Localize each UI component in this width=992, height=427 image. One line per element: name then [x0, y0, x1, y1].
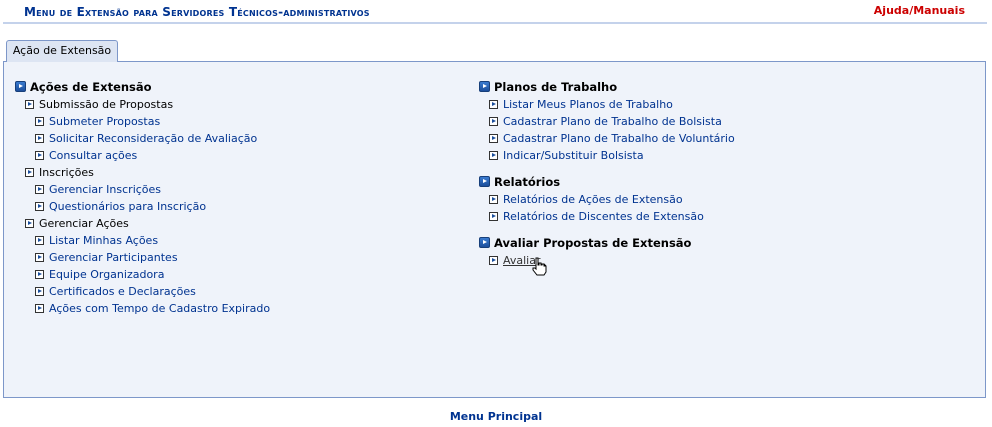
arrow-bullet-icon — [25, 168, 34, 177]
section-arrow-icon — [479, 237, 490, 248]
menu-link[interactable]: Questionários para Inscrição — [49, 200, 206, 213]
menu-link[interactable]: Listar Meus Planos de Trabalho — [503, 98, 673, 111]
arrow-bullet-icon — [489, 117, 498, 126]
menu-item-gerenciar-inscricoes[interactable]: Gerenciar Inscrições — [35, 181, 270, 198]
menu-item-certificados-declaracoes[interactable]: Certificados e Declarações — [35, 283, 270, 300]
menu-item-cadastrar-plano-voluntario[interactable]: Cadastrar Plano de Trabalho de Voluntári… — [489, 130, 735, 147]
tab-acao-de-extensao[interactable]: Ação de Extensão — [6, 40, 118, 62]
menu-item-cadastrar-plano-bolsista[interactable]: Cadastrar Plano de Trabalho de Bolsista — [489, 113, 735, 130]
arrow-bullet-icon — [35, 185, 44, 194]
menu-item-consultar-acoes[interactable]: Consultar ações — [35, 147, 270, 164]
menu-item-listar-minhas-acoes[interactable]: Listar Minhas Ações — [35, 232, 270, 249]
menu-item-relatorios-acoes[interactable]: Relatórios de Ações de Extensão — [489, 191, 735, 208]
menu-link[interactable]: Indicar/Substituir Bolsista — [503, 149, 644, 162]
menu-link[interactable]: Cadastrar Plano de Trabalho de Voluntári… — [503, 132, 735, 145]
menu-item-relatorios-discentes[interactable]: Relatórios de Discentes de Extensão — [489, 208, 735, 225]
menu-link[interactable]: Relatórios de Discentes de Extensão — [503, 210, 704, 223]
right-column: Planos de Trabalho Listar Meus Planos de… — [479, 78, 735, 269]
group-title: Submissão de Propostas — [39, 98, 174, 111]
group-submissao-de-propostas: Submissão de Propostas — [25, 96, 270, 113]
menu-item-indicar-substituir-bolsista[interactable]: Indicar/Substituir Bolsista — [489, 147, 735, 164]
menu-link[interactable]: Equipe Organizadora — [49, 268, 164, 281]
menu-link[interactable]: Cadastrar Plano de Trabalho de Bolsista — [503, 115, 722, 128]
menu-item-solicitar-reconsideracao[interactable]: Solicitar Reconsideração de Avaliação — [35, 130, 270, 147]
arrow-bullet-icon — [489, 134, 498, 143]
page-title: Menu de Extensão para Servidores Técnico… — [24, 5, 370, 19]
menu-item-listar-planos[interactable]: Listar Meus Planos de Trabalho — [489, 96, 735, 113]
arrow-bullet-icon — [489, 100, 498, 109]
arrow-bullet-icon — [35, 151, 44, 160]
section-arrow-icon — [479, 81, 490, 92]
menu-link[interactable]: Consultar ações — [49, 149, 137, 162]
menu-link[interactable]: Relatórios de Ações de Extensão — [503, 193, 683, 206]
help-manuals-link[interactable]: Ajuda/Manuais — [874, 4, 965, 17]
left-column: Ações de Extensão Submissão de Propostas… — [15, 78, 270, 317]
menu-link[interactable]: Gerenciar Participantes — [49, 251, 178, 264]
arrow-bullet-icon — [489, 151, 498, 160]
arrow-bullet-icon — [35, 236, 44, 245]
arrow-bullet-icon — [35, 270, 44, 279]
section-title: Ações de Extensão — [30, 79, 152, 94]
section-arrow-icon — [479, 176, 490, 187]
hand-pointer-icon — [532, 257, 547, 276]
arrow-bullet-icon — [35, 304, 44, 313]
menu-item-questionarios-inscricao[interactable]: Questionários para Inscrição — [35, 198, 270, 215]
arrow-bullet-icon — [35, 117, 44, 126]
section-avaliar-propostas: Avaliar Propostas de Extensão — [479, 234, 735, 251]
arrow-bullet-icon — [489, 195, 498, 204]
page-header: Menu de Extensão para Servidores Técnico… — [3, 0, 987, 24]
group-title: Gerenciar Ações — [39, 217, 129, 230]
arrow-bullet-icon — [25, 219, 34, 228]
group-title: Inscrições — [39, 166, 94, 179]
section-relatorios: Relatórios — [479, 173, 735, 190]
arrow-bullet-icon — [35, 134, 44, 143]
menu-link[interactable]: Certificados e Declarações — [49, 285, 196, 298]
menu-item-submeter-propostas[interactable]: Submeter Propostas — [35, 113, 270, 130]
menu-link[interactable]: Solicitar Reconsideração de Avaliação — [49, 132, 257, 145]
menu-link[interactable]: Listar Minhas Ações — [49, 234, 158, 247]
menu-link[interactable]: Submeter Propostas — [49, 115, 160, 128]
arrow-bullet-icon — [35, 253, 44, 262]
group-inscricoes: Inscrições — [25, 164, 270, 181]
arrow-bullet-icon — [35, 202, 44, 211]
section-title: Avaliar Propostas de Extensão — [494, 235, 692, 250]
arrow-bullet-icon — [489, 256, 498, 265]
menu-item-equipe-organizadora[interactable]: Equipe Organizadora — [35, 266, 270, 283]
arrow-bullet-icon — [35, 287, 44, 296]
group-gerenciar-acoes: Gerenciar Ações — [25, 215, 270, 232]
menu-item-avaliar[interactable]: Avaliar — [489, 252, 735, 269]
section-acoes-de-extensao: Ações de Extensão — [15, 78, 270, 95]
menu-panel: Ações de Extensão Submissão de Propostas… — [3, 61, 986, 398]
menu-link[interactable]: Gerenciar Inscrições — [49, 183, 161, 196]
section-title: Relatórios — [494, 174, 561, 189]
menu-item-gerenciar-participantes[interactable]: Gerenciar Participantes — [35, 249, 270, 266]
arrow-bullet-icon — [25, 100, 34, 109]
arrow-bullet-icon — [489, 212, 498, 221]
section-planos-de-trabalho: Planos de Trabalho — [479, 78, 735, 95]
menu-item-acoes-tempo-expirado[interactable]: Ações com Tempo de Cadastro Expirado — [35, 300, 270, 317]
menu-link[interactable]: Ações com Tempo de Cadastro Expirado — [49, 302, 270, 315]
section-title: Planos de Trabalho — [494, 79, 618, 94]
section-arrow-icon — [15, 81, 26, 92]
main-menu-link[interactable]: Menu Principal — [0, 410, 992, 423]
